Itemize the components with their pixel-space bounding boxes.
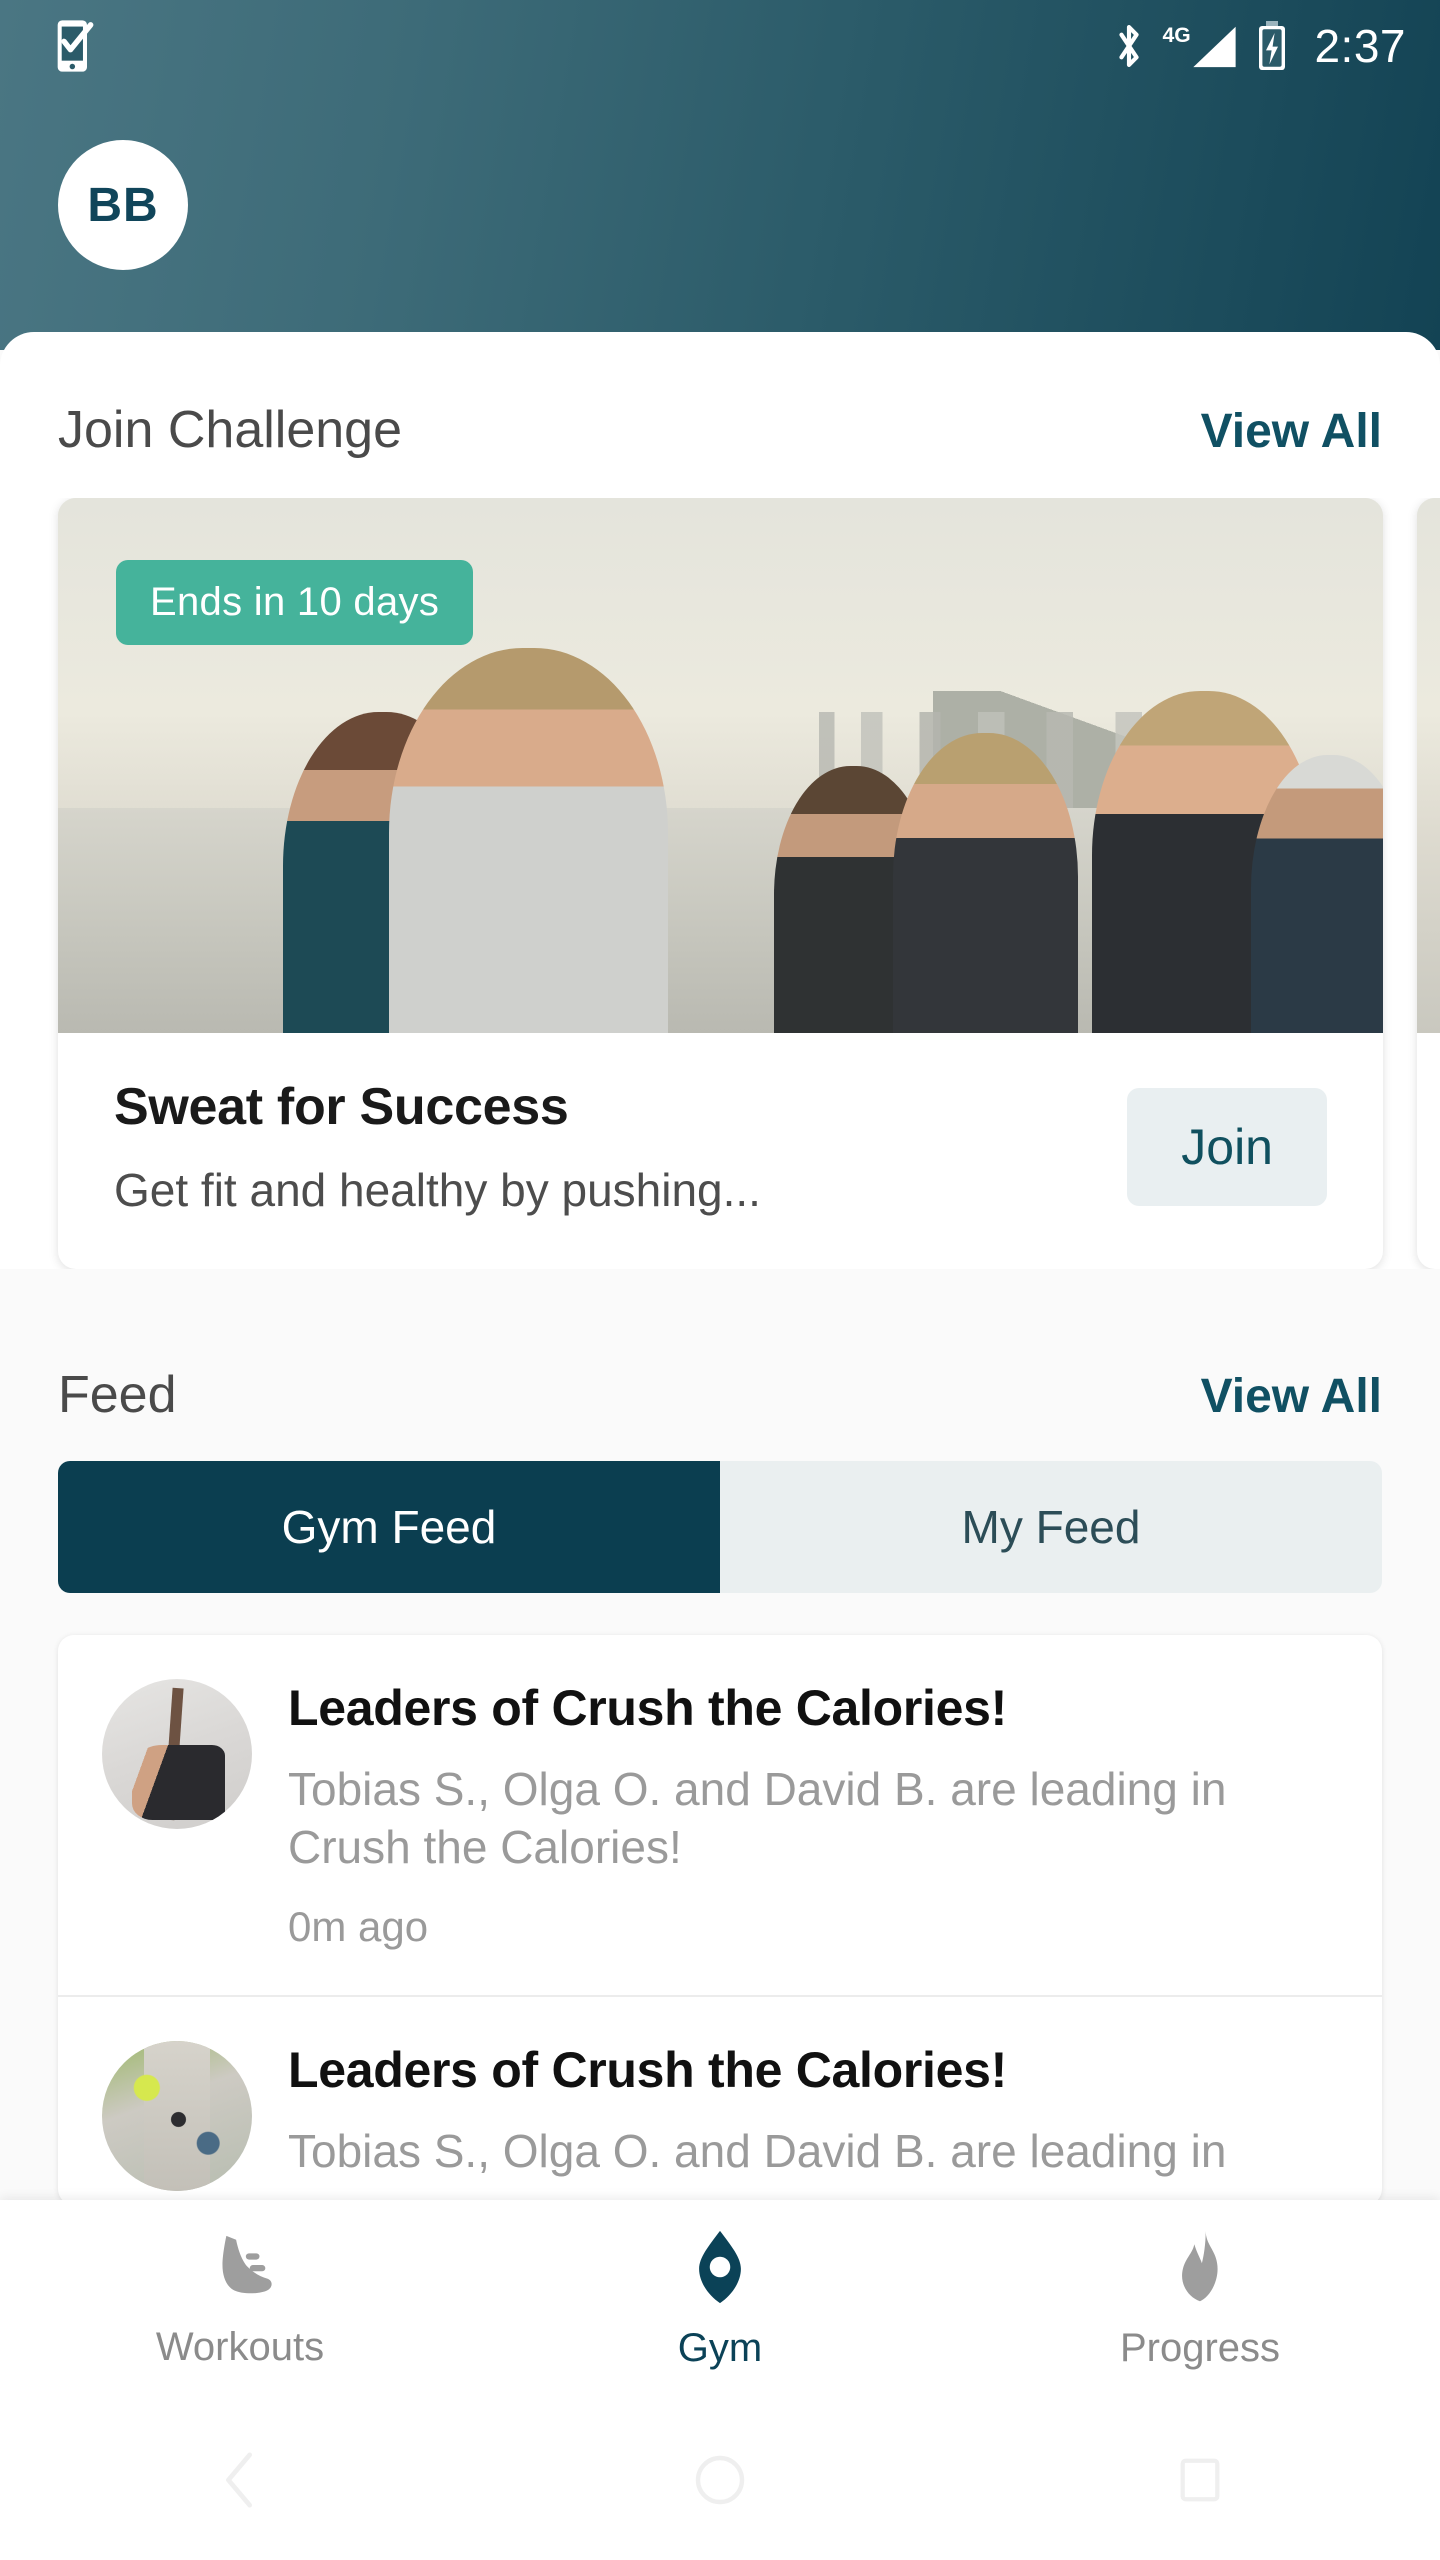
- system-navigation-bar: [0, 2400, 1440, 2560]
- section-divider: [0, 1269, 1440, 1365]
- challenge-card-body: Sweat for Success Get fit and healthy by…: [58, 1033, 1383, 1269]
- recents-square-icon[interactable]: [960, 2455, 1440, 2505]
- challenge-card-title: Sweat for Success: [114, 1078, 569, 1136]
- challenge-view-all-link[interactable]: View All: [1201, 404, 1382, 459]
- nav-label-progress: Progress: [1119, 2326, 1281, 2370]
- feed-section-header: Feed View All: [0, 1365, 1440, 1425]
- challenge-ends-badge: Ends in 10 days: [116, 560, 474, 645]
- app-screen: 4G 2:37 BB Join Challenge View All Ends …: [0, 0, 1440, 2560]
- tab-gym-feed[interactable]: Gym Feed: [58, 1461, 720, 1593]
- feed-item-description: Tobias S., Olga O. and David B. are lead…: [288, 2124, 1227, 2177]
- status-bar: 4G 2:37: [0, 0, 1440, 92]
- feed-item-avatar: [102, 2040, 252, 2191]
- phone-check-icon: [54, 18, 98, 74]
- home-circle-icon[interactable]: [480, 2452, 960, 2508]
- feed-item-title: Leaders of Crush the Calories!: [288, 1680, 1007, 1736]
- image-sky-layer: [1417, 498, 1440, 1033]
- app-header: 4G 2:37 BB: [0, 0, 1440, 350]
- nav-label-workouts: Workouts: [155, 2325, 325, 2369]
- feed-view-all-link[interactable]: View All: [1201, 1369, 1382, 1424]
- status-bar-left: [54, 18, 98, 74]
- feed-item-texts: Leaders of Crush the Calories! Tobias S.…: [288, 1679, 1340, 1951]
- image-runner: [389, 647, 668, 1033]
- challenge-section-header: Join Challenge View All: [0, 400, 1440, 460]
- challenge-card-texts: Sweat for Success Get fit and healthy by…: [114, 1077, 1097, 1217]
- feed-section: Feed View All Gym Feed My Feed Leaders o…: [0, 1365, 1440, 2205]
- feed-list: Leaders of Crush the Calories! Tobias S.…: [58, 1635, 1382, 2205]
- battery-charging-icon: [1256, 20, 1288, 72]
- challenge-image-next: [1417, 498, 1440, 1033]
- feed-section-title: Feed: [58, 1366, 177, 1424]
- feed-item[interactable]: Leaders of Crush the Calories! Tobias S.…: [58, 1994, 1382, 2205]
- nav-item-gym[interactable]: Gym: [480, 2229, 960, 2371]
- challenge-card-next[interactable]: [1417, 498, 1440, 1269]
- feed-item-title: Leaders of Crush the Calories!: [288, 2041, 1007, 2098]
- flame-icon: [1165, 2229, 1235, 2310]
- feed-item[interactable]: Leaders of Crush the Calories! Tobias S.…: [58, 1635, 1382, 1995]
- status-bar-right: 4G 2:37: [1112, 19, 1406, 73]
- challenge-image: Ends in 10 days: [58, 498, 1383, 1033]
- bluetooth-icon: [1112, 21, 1146, 71]
- feed-tabs: Gym Feed My Feed: [58, 1461, 1382, 1593]
- status-bar-clock: 2:37: [1314, 20, 1406, 72]
- join-button[interactable]: Join: [1127, 1088, 1327, 1206]
- signal-bars-icon: 4G: [1162, 21, 1240, 71]
- back-chevron-icon[interactable]: [0, 2449, 480, 2511]
- image-runner: [892, 733, 1079, 1033]
- nav-item-workouts[interactable]: Workouts: [0, 2230, 480, 2370]
- shoe-icon: [201, 2230, 279, 2309]
- tab-my-feed[interactable]: My Feed: [720, 1461, 1382, 1593]
- avatar-initials: BB: [87, 178, 159, 232]
- challenge-card-subtitle: Get fit and healthy by pushing...: [114, 1164, 761, 1216]
- bottom-navigation: Workouts Gym Progress: [0, 2200, 1440, 2400]
- challenge-card[interactable]: Ends in 10 days Sweat for Success Get fi…: [58, 498, 1383, 1269]
- challenge-card-body-next: [1417, 1033, 1440, 1155]
- svg-text:4G: 4G: [1163, 24, 1191, 47]
- nav-label-gym: Gym: [677, 2326, 763, 2370]
- challenge-section-title: Join Challenge: [58, 401, 403, 459]
- feed-item-description: Tobias S., Olga O. and David B. are lead…: [288, 1763, 1227, 1873]
- nav-item-progress[interactable]: Progress: [960, 2229, 1440, 2371]
- challenge-carousel[interactable]: Ends in 10 days Sweat for Success Get fi…: [0, 498, 1440, 1269]
- avatar[interactable]: BB: [58, 140, 188, 270]
- location-pin-icon: [684, 2229, 756, 2310]
- feed-item-timestamp: 0m ago: [288, 1902, 429, 1950]
- feed-item-texts: Leaders of Crush the Calories! Tobias S.…: [288, 2041, 1340, 2177]
- feed-item-avatar: [102, 1679, 252, 1829]
